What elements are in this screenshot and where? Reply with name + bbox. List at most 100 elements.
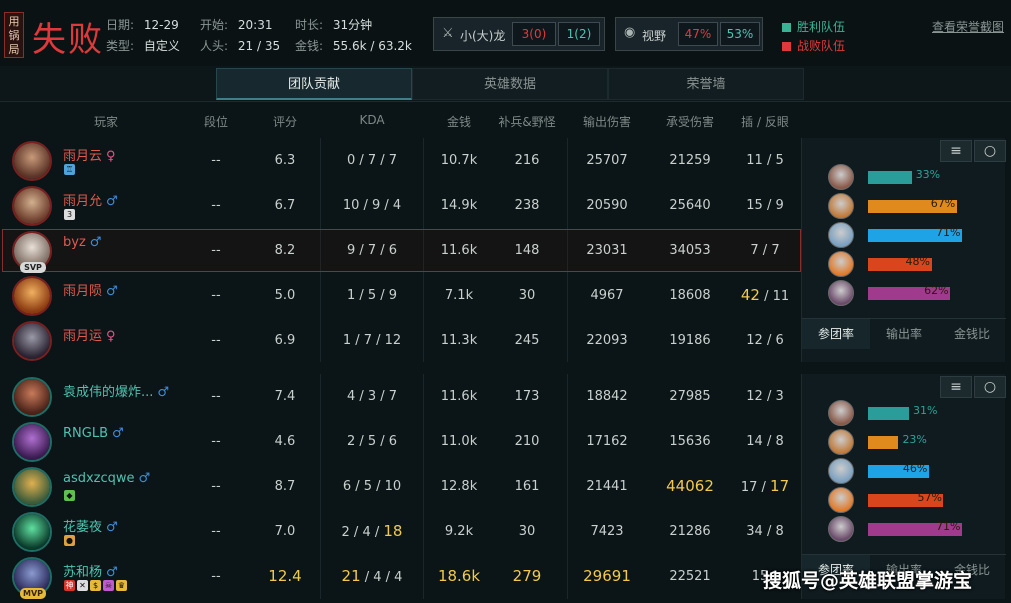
bar-row: 71% (828, 222, 1006, 248)
col-player[interactable]: 玩家 (94, 113, 118, 130)
circle-icon: ○ (983, 379, 997, 395)
player-row[interactable]: 花萎夜 ♂ ● -- 7.0 2 / 4 / 18 9.2k 30 7423 21… (0, 509, 800, 554)
win-swatch (782, 23, 791, 32)
player-name[interactable]: 雨月运 ♀ (63, 325, 116, 344)
champion-avatar (828, 487, 854, 513)
tab-hero-data[interactable]: 英雄数据 (412, 68, 608, 100)
gold: 11.6k (440, 243, 478, 258)
champion-avatar (828, 280, 854, 306)
player-name[interactable]: asdxzcqwe ♂ (63, 471, 150, 486)
tab-bar: 团队贡献 英雄数据 荣誉墙 (0, 66, 1011, 102)
player-name[interactable]: 花萎夜 ♂ (63, 516, 118, 535)
champion-avatar (12, 321, 52, 361)
col-rank[interactable]: 段位 (204, 113, 228, 130)
bar-label: 71% (936, 226, 961, 239)
bar-row: 67% (828, 193, 1006, 219)
vision-ours: 47% (678, 22, 718, 46)
kda: 21 / 4 / 4 (341, 567, 403, 585)
bar-label: 71% (936, 520, 961, 533)
damage-taken: 19186 (669, 333, 711, 348)
cs: 173 (514, 389, 540, 404)
shield-icon: ◆ (64, 490, 75, 501)
bar-row: 48% (828, 251, 1006, 277)
player-name[interactable]: RNGLB ♂ (63, 426, 124, 441)
player-row[interactable]: 雨月运 ♀ -- 6.9 1 / 7 / 12 11.3k 245 22093 1… (0, 318, 800, 363)
bar-row: 57% (828, 487, 1006, 513)
champion-avatar (12, 276, 52, 316)
champion-avatar (828, 400, 854, 426)
vision-theirs: 53% (720, 22, 760, 46)
male-icon: ♂ (106, 194, 118, 209)
sort-button[interactable]: ≡ (940, 376, 972, 398)
honor-icons: ♖ (64, 164, 77, 176)
col-kda[interactable]: KDA (359, 113, 384, 127)
start-info: 开始: 20:31 (200, 18, 273, 32)
toggle-button[interactable]: ○ (974, 140, 1006, 162)
champion-avatar (12, 422, 52, 462)
player-row[interactable]: 雨月陨 ♂ -- 5.0 1 / 5 / 9 7.1k 30 4967 18608… (0, 273, 800, 318)
player-row[interactable]: SVP byz ♂ -- 8.2 9 / 7 / 6 11.6k 148 2303… (0, 228, 800, 273)
damage-taken: 34053 (669, 243, 711, 258)
damage-taken: 21259 (669, 153, 711, 168)
circle-icon: ○ (983, 143, 997, 159)
player-row[interactable]: 袁成伟的爆炸... ♂ -- 7.4 4 / 3 / 7 11.6k 173 18… (0, 374, 800, 419)
bar-label: 62% (924, 284, 949, 297)
tab-team-contribution[interactable]: 团队贡献 (216, 68, 412, 100)
rank: -- (211, 434, 221, 449)
col-wards[interactable]: 插 / 反眼 (741, 113, 789, 130)
col-score[interactable]: 评分 (273, 113, 297, 130)
kills-info: 人头: 21 / 35 (200, 39, 281, 53)
match-header: 用锅局 失败 日期: 12-29 类型: 自定义 开始: 20:31 人头: 2… (0, 0, 1011, 66)
player-name[interactable]: 苏和杨 ♂ (63, 561, 118, 580)
tab-participation[interactable]: 参团率 (802, 319, 870, 349)
male-icon: ♂ (138, 471, 151, 486)
player-name[interactable]: byz ♂ (63, 235, 101, 250)
kda: 10 / 9 / 4 (342, 198, 402, 213)
tab-gold-ratio[interactable]: 金钱比 (938, 319, 1006, 349)
bar-row: 31% (828, 400, 1006, 426)
damage: 4967 (590, 288, 624, 303)
tab-damage-ratio[interactable]: 输出率 (870, 319, 938, 349)
champion-avatar (12, 141, 52, 181)
damage-taken: 44062 (666, 477, 714, 495)
damage: 18842 (586, 389, 628, 404)
col-cs[interactable]: 补兵&野怪 (498, 113, 555, 130)
tab-honor-wall[interactable]: 荣誉墙 (608, 68, 804, 100)
player-row[interactable]: RNGLB ♂ -- 4.6 2 / 5 / 6 11.0k 210 17162 … (0, 419, 800, 464)
player-row[interactable]: asdxzcqwe ♂ ◆ -- 8.7 6 / 5 / 10 12.8k 161… (0, 464, 800, 509)
toggle-button[interactable]: ○ (974, 376, 1006, 398)
player-row[interactable]: 雨月允 ♂ 3 -- 6.7 10 / 9 / 4 14.9k 238 20590… (0, 183, 800, 228)
legend-lose: 战败队伍 (782, 37, 845, 54)
damage-taken: 15636 (669, 434, 711, 449)
col-gold[interactable]: 金钱 (447, 113, 471, 130)
sort-icon: ≡ (950, 379, 962, 395)
col-damage[interactable]: 输出伤害 (583, 113, 631, 130)
score: 6.3 (274, 153, 296, 168)
bar-label: 46% (902, 462, 928, 475)
player-row[interactable]: MVP 苏和杨 ♂ 神 ✕ $ ☠ ♛ -- 12.4 21 / 4 / 4 18.6k … (0, 554, 800, 599)
champion-avatar (12, 512, 52, 552)
cs: 210 (514, 434, 540, 449)
gold: 11.6k (440, 389, 478, 404)
champion-avatar (12, 377, 52, 417)
player-name[interactable]: 雨月陨 ♂ (63, 280, 118, 299)
view-honor-screenshot-link[interactable]: 查看荣誉截图 (932, 18, 1004, 35)
cs: 279 (512, 567, 542, 585)
honor-icon: ♖ (64, 164, 75, 175)
player-name[interactable]: 雨月允 ♂ (63, 190, 118, 209)
honor-icon: 神 (64, 580, 75, 591)
player-name[interactable]: 雨月云 ♀ (63, 145, 116, 164)
score: 7.4 (274, 389, 296, 404)
watermark: 搜狐号@英雄联盟掌游宝 (763, 570, 973, 592)
player-row[interactable]: 雨月云 ♀ ♖ -- 6.3 0 / 7 / 7 10.7k 216 25707 … (0, 138, 800, 183)
player-name[interactable]: 袁成伟的爆炸... ♂ (63, 381, 169, 400)
score: 8.7 (274, 479, 296, 494)
champion-avatar (828, 193, 854, 219)
gold: 9.2k (444, 524, 474, 539)
sort-button[interactable]: ≡ (940, 140, 972, 162)
col-taken[interactable]: 承受伤害 (666, 113, 714, 130)
duration-info: 时长: 31分钟 (295, 18, 373, 32)
damage: 7423 (590, 524, 624, 539)
kda: 1 / 5 / 9 (346, 288, 398, 303)
wards: 14 / 8 (746, 434, 784, 449)
